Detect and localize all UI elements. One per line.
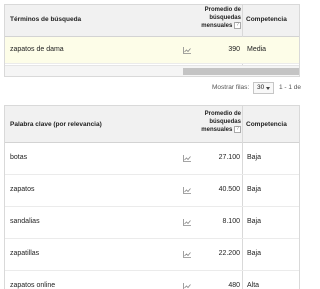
table-header: Términos de búsqueda Promedio de búsqued…	[5, 5, 299, 37]
keyword-cell: zapatos de dama	[10, 46, 64, 53]
rows-per-page-label: Mostrar filas:	[212, 84, 250, 91]
avg-searches-cell: 22.200	[218, 250, 240, 257]
avg-searches-cell: 8.100	[222, 218, 240, 225]
keyword-ideas-table: Palabra clave (por relevancia) Promedio …	[4, 105, 300, 289]
search-terms-table: Términos de búsqueda Promedio de búsqued…	[4, 4, 300, 77]
avg-searches-cell: 480	[228, 282, 240, 289]
horizontal-scrollbar[interactable]	[5, 65, 299, 76]
competition-cell: Baja	[247, 218, 262, 225]
competition-cell: Baja	[247, 186, 262, 193]
keyword-cell: zapatos online	[10, 282, 56, 289]
trend-chart-icon[interactable]	[183, 251, 191, 258]
scrollbar-thumb[interactable]	[183, 68, 299, 75]
competition-cell: Baja	[247, 250, 262, 257]
table-row[interactable]: botas 27.100 Baja	[5, 143, 299, 175]
column-header-search-terms[interactable]: Términos de búsqueda	[10, 16, 81, 23]
keyword-cell: botas	[10, 154, 28, 161]
column-header-competition[interactable]: Competencia	[246, 16, 287, 23]
table-row[interactable]: zapatos de dama 390 Media	[5, 37, 299, 64]
table-row[interactable]: sandalias 8.100 Baja	[5, 207, 299, 239]
competition-cell: Baja	[247, 154, 262, 161]
trend-chart-icon[interactable]	[183, 47, 191, 54]
pagination-bar: Mostrar filas: 30 1 - 1 de	[0, 82, 302, 96]
trend-chart-icon[interactable]	[183, 283, 191, 289]
help-icon[interactable]: ?	[234, 126, 241, 133]
table-row[interactable]: zapatos online 480 Alta	[5, 271, 299, 289]
table-row[interactable]: zapatillas 22.200 Baja	[5, 239, 299, 271]
avg-searches-cell: 390	[228, 46, 240, 53]
column-header-avg-searches[interactable]: Promedio de búsquedas mensuales ?	[191, 7, 241, 31]
table-row[interactable]: zapatos 40.500 Baja	[5, 175, 299, 207]
column-header-competition[interactable]: Competencia	[246, 121, 287, 128]
keyword-cell: zapatos	[10, 186, 35, 193]
avg-searches-cell: 40.500	[218, 186, 240, 193]
pagination-range: 1 - 1 de	[279, 84, 302, 91]
help-icon[interactable]: ?	[234, 22, 241, 29]
column-header-keyword[interactable]: Palabra clave (por relevancia)	[10, 121, 102, 128]
rows-per-page-select[interactable]: 30	[253, 82, 274, 94]
trend-chart-icon[interactable]	[183, 187, 191, 194]
rows-per-page-value: 30	[257, 84, 265, 91]
avg-searches-cell: 27.100	[218, 154, 240, 161]
trend-chart-icon[interactable]	[183, 219, 191, 226]
trend-chart-icon[interactable]	[183, 155, 191, 162]
competition-cell: Alta	[247, 282, 260, 289]
keyword-cell: zapatillas	[10, 250, 40, 257]
chevron-down-icon	[266, 87, 270, 90]
table-header: Palabra clave (por relevancia) Promedio …	[5, 106, 299, 143]
competition-cell: Media	[247, 46, 267, 53]
keyword-cell: sandalias	[10, 218, 40, 225]
column-header-avg-searches[interactable]: Promedio de búsquedas mensuales ?	[191, 111, 241, 135]
